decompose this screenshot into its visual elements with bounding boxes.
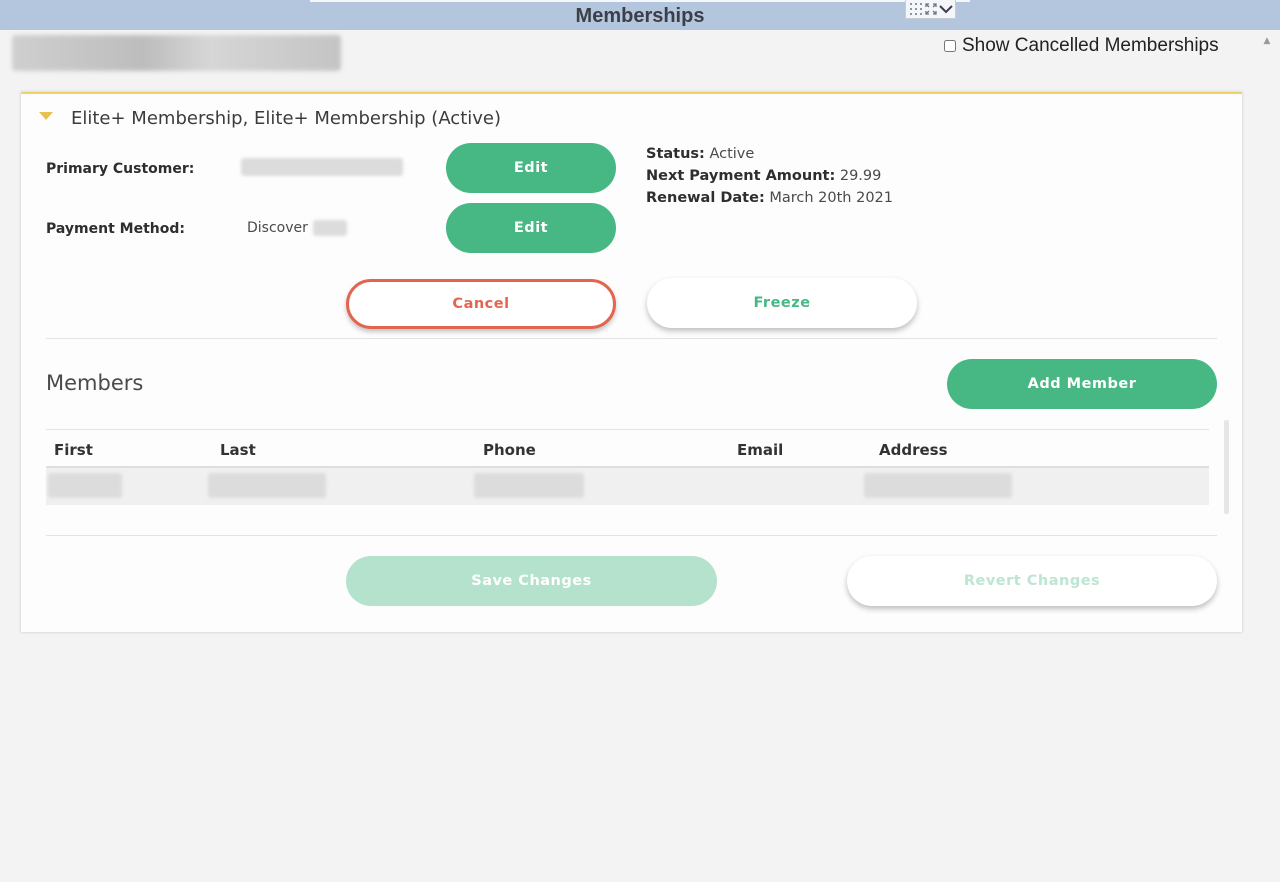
section-divider [46,338,1217,339]
table-scrollbar[interactable] [1224,420,1229,514]
status-line: Status: Active [646,146,754,162]
cell-address-redacted [864,473,1012,498]
column-phone[interactable]: Phone [483,441,536,459]
redacted-card-digits [312,220,347,236]
column-last[interactable]: Last [220,441,256,459]
column-email[interactable]: Email [737,441,783,459]
table-row[interactable] [46,468,1209,505]
next-payment-value: 29.99 [839,168,882,184]
cell-phone-redacted [474,473,584,498]
cell-last-redacted [208,473,326,498]
column-first[interactable]: First [54,441,93,459]
status-label: Status: [646,146,705,162]
membership-card: Elite+ Membership, Elite+ Membership (Ac… [21,92,1242,632]
table-header: First Last Phone Email Address [46,432,1209,468]
expand-icon[interactable] [924,2,938,16]
window-tools [905,0,956,19]
grid-icon[interactable] [909,2,923,16]
window-title: Memberships [575,5,705,27]
customer-name-redacted [12,35,341,71]
membership-title: Elite+ Membership, Elite+ Membership (Ac… [71,107,502,129]
edit-customer-button[interactable]: Edit [446,143,616,193]
renewal-value: March 20th 2021 [769,190,894,206]
revert-changes-button[interactable]: Revert Changes [847,556,1217,606]
next-payment-label: Next Payment Amount: [646,168,836,184]
payment-method-brand: Discover [247,220,308,236]
renewal-label: Renewal Date: [646,190,765,206]
show-cancelled-checkbox[interactable] [944,40,956,52]
table-top-divider [46,429,1209,430]
next-payment-line: Next Payment Amount: 29.99 [646,168,881,184]
column-address[interactable]: Address [879,441,948,459]
payment-method-value: Discover [247,220,347,236]
status-value: Active [709,146,755,162]
primary-customer-value [241,158,403,176]
members-title: Members [46,371,144,395]
show-cancelled-label: Show Cancelled Memberships [962,35,1219,56]
chevron-down-icon[interactable] [938,2,953,16]
scroll-up-arrow[interactable]: ▲ [1263,36,1271,50]
members-table: First Last Phone Email Address [46,432,1209,505]
payment-method-label: Payment Method: [46,221,185,237]
membership-header[interactable]: Elite+ Membership, Elite+ Membership (Ac… [39,106,501,130]
save-changes-button[interactable]: Save Changes [346,556,717,606]
window-titlebar: Memberships [0,0,1280,30]
renewal-line: Renewal Date: March 20th 2021 [646,190,893,206]
edit-payment-button[interactable]: Edit [446,203,616,253]
primary-customer-label: Primary Customer: [46,161,195,177]
footer-divider [46,535,1217,536]
add-member-button[interactable]: Add Member [947,359,1217,409]
cancel-membership-button[interactable]: Cancel [346,279,616,329]
redacted-customer [241,158,403,176]
show-cancelled-toggle[interactable]: Show Cancelled Memberships [944,35,1219,56]
caret-down-icon[interactable] [39,112,53,120]
cell-first-redacted [48,473,122,498]
freeze-membership-button[interactable]: Freeze [647,278,917,328]
